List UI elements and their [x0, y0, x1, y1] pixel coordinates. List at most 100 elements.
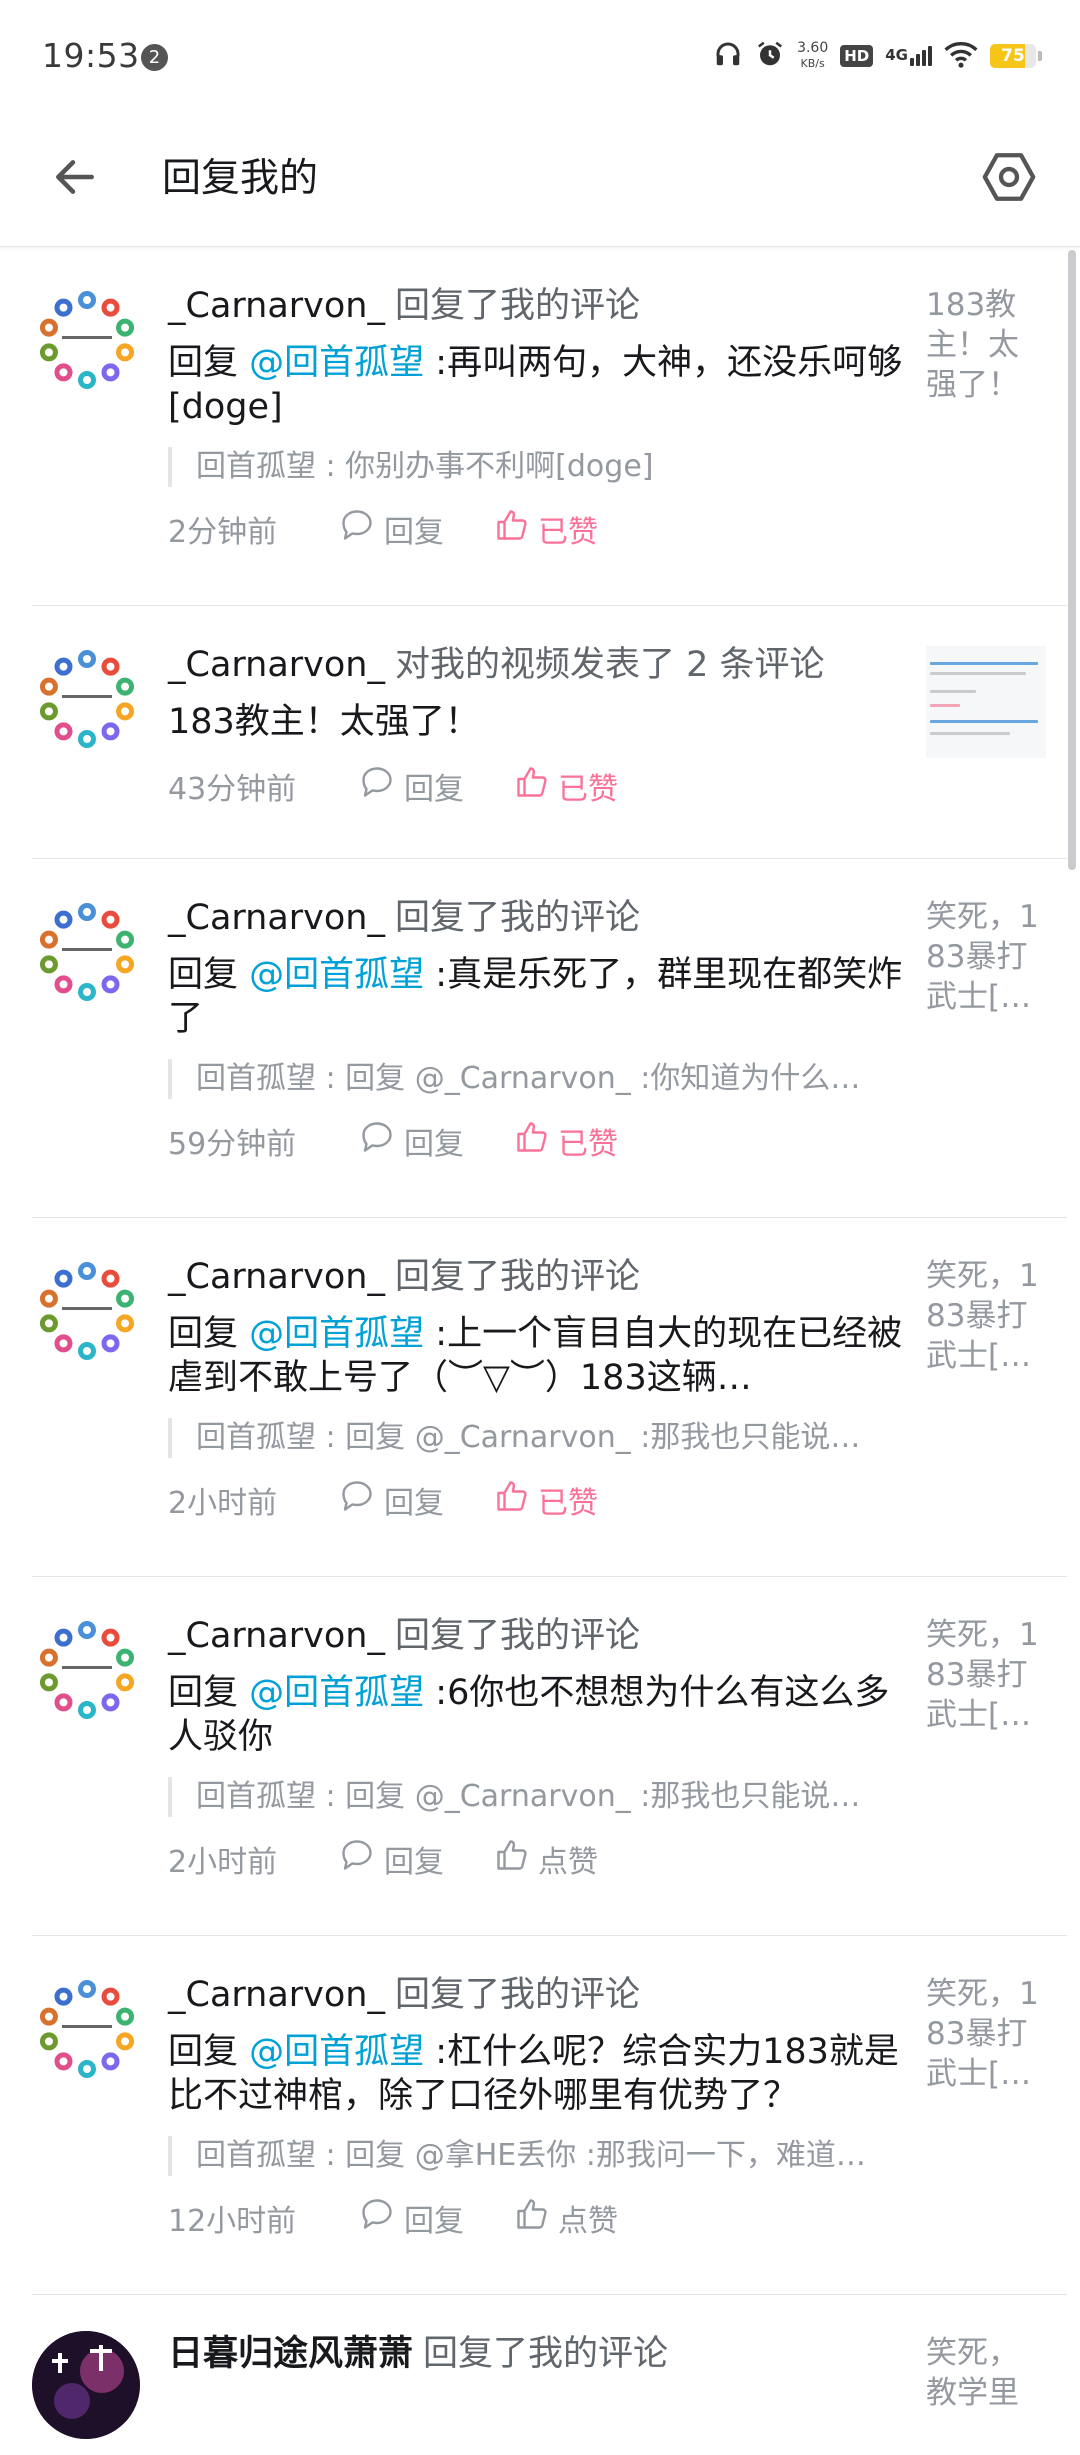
source-comment-preview[interactable]: 笑死，183暴打武士[…: [926, 1615, 1046, 1735]
item-meta: 59分钟前 回复 已赞: [168, 1119, 918, 1163]
source-comment-preview[interactable]: 笑死，183暴打武士[…: [926, 1256, 1046, 1376]
item-content: _Carnarvon_ 回复了我的评论 回复 @回首孤望 :6你也不想想为什么有这…: [168, 1615, 918, 1881]
action-text: 对我的视频发表了 2 条评论: [395, 645, 825, 685]
reply-text[interactable]: 回复 @回首孤望 :6你也不想想为什么有这么多人驳你: [168, 1671, 918, 1759]
username[interactable]: _Carnarvon_: [168, 1257, 385, 1297]
item-content: _Carnarvon_ 回复了我的评论 回复 @回首孤望 :再叫两句，大神，还没乐…: [168, 285, 918, 551]
settings-button[interactable]: [974, 144, 1044, 214]
like-button[interactable]: 已赞: [514, 764, 618, 808]
source-comment-preview[interactable]: 183教主！太强了！: [926, 285, 1046, 405]
reply-text[interactable]: 183教主！太强了！: [168, 700, 918, 744]
avatar[interactable]: [32, 1615, 142, 1725]
item-header: 日暮归途风萧萧 回复了我的评论: [168, 2333, 918, 2375]
reply-prefix: 回复: [168, 955, 250, 995]
video-thumbnail[interactable]: [926, 646, 1046, 758]
avatar[interactable]: [32, 2331, 140, 2439]
reply-button[interactable]: 回复: [358, 2196, 464, 2240]
network-type: 4G: [885, 46, 908, 64]
reply-list: _Carnarvon_ 回复了我的评论 回复 @回首孤望 :再叫两句，大神，还没乐…: [0, 247, 1080, 2455]
timestamp: 2分钟前: [168, 515, 278, 550]
like-button[interactable]: 点赞: [514, 2196, 618, 2240]
page-title: 回复我的: [162, 156, 319, 201]
thumbs-up-icon: [494, 507, 530, 551]
reply-prefix: 回复: [168, 1673, 250, 1713]
item-meta: 43分钟前 回复 已赞: [168, 764, 918, 808]
like-button[interactable]: 已赞: [514, 1119, 618, 1163]
reply-label: 回复: [404, 2204, 464, 2239]
quoted-comment: 回首孤望 : 回复 @_Carnarvon_ :你知道为什么…: [168, 1059, 876, 1099]
reply-text[interactable]: 回复 @回首孤望 :再叫两句，大神，还没乐呵够[doge]: [168, 341, 918, 429]
list-item[interactable]: _Carnarvon_ 回复了我的评论 回复 @回首孤望 :杠什么呢？综合实力18…: [32, 1936, 1067, 2295]
alarm-icon: [755, 39, 785, 73]
reply-button[interactable]: 回复: [358, 764, 464, 808]
network-speed: 3.60 KB/s: [797, 41, 828, 71]
avatar[interactable]: [32, 644, 142, 754]
thumbs-up-icon: [514, 1119, 550, 1163]
like-button[interactable]: 点赞: [494, 1837, 598, 1881]
cellular-signal-icon: 4G: [885, 46, 932, 66]
reply-button[interactable]: 回复: [358, 1119, 464, 1163]
battery-icon: 75: [990, 44, 1042, 68]
username[interactable]: 日暮归途风萧萧: [168, 2334, 413, 2374]
network-speed-value: 3.60: [797, 40, 829, 56]
timestamp: 43分钟前: [168, 772, 297, 807]
comment-icon: [338, 1837, 376, 1881]
item-header: _Carnarvon_ 回复了我的评论: [168, 285, 918, 327]
action-text: 回复了我的评论: [395, 1975, 641, 2015]
like-label: 已赞: [558, 772, 618, 807]
item-content: 日暮归途风萧萧 回复了我的评论: [168, 2333, 918, 2375]
thumbs-up-icon: [514, 764, 550, 808]
list-item[interactable]: _Carnarvon_ 回复了我的评论 回复 @回首孤望 :真是乐死了，群里现在都…: [32, 859, 1067, 1218]
like-button[interactable]: 已赞: [494, 507, 598, 551]
reply-button[interactable]: 回复: [338, 1837, 444, 1881]
source-comment-preview[interactable]: 笑死，183暴打武士[…: [926, 1974, 1046, 2094]
mention-link[interactable]: @回首孤望: [249, 1314, 424, 1354]
back-button[interactable]: [42, 146, 108, 212]
thumbs-up-icon: [494, 1837, 530, 1881]
comment-icon: [338, 507, 376, 551]
username[interactable]: _Carnarvon_: [168, 1975, 385, 2015]
list-item[interactable]: _Carnarvon_ 对我的视频发表了 2 条评论 183教主！太强了！ 43分…: [32, 606, 1067, 859]
list-item[interactable]: _Carnarvon_ 回复了我的评论 回复 @回首孤望 :上一个盲目自大的现在已…: [32, 1218, 1067, 1577]
list-item[interactable]: _Carnarvon_ 回复了我的评论 回复 @回首孤望 :6你也不想想为什么有这…: [32, 1577, 1067, 1936]
quoted-comment: 回首孤望 : 你别办事不利啊[doge]: [168, 447, 876, 487]
source-comment-preview[interactable]: 笑死，教学里: [926, 2333, 1046, 2413]
reply-button[interactable]: 回复: [338, 1478, 444, 1522]
timestamp: 2小时前: [168, 1845, 278, 1880]
list-item[interactable]: 日暮归途风萧萧 回复了我的评论 笑死，教学里: [32, 2295, 1067, 2455]
item-content: _Carnarvon_ 回复了我的评论 回复 @回首孤望 :杠什么呢？综合实力18…: [168, 1974, 918, 2240]
action-text: 回复了我的评论: [395, 1257, 641, 1297]
reply-text[interactable]: 回复 @回首孤望 :上一个盲目自大的现在已经被虐到不敢上号了（︶▽︶）183这辆…: [168, 1312, 918, 1400]
username[interactable]: _Carnarvon_: [168, 645, 385, 685]
item-header: _Carnarvon_ 回复了我的评论: [168, 1974, 918, 2016]
username[interactable]: _Carnarvon_: [168, 1616, 385, 1656]
avatar[interactable]: [32, 1974, 142, 2084]
list-item[interactable]: _Carnarvon_ 回复了我的评论 回复 @回首孤望 :再叫两句，大神，还没乐…: [32, 247, 1067, 606]
item-meta: 2小时前 回复 已赞: [168, 1478, 918, 1522]
reply-label: 回复: [404, 1127, 464, 1162]
username[interactable]: _Carnarvon_: [168, 286, 385, 326]
action-text: 回复了我的评论: [395, 898, 641, 938]
mention-link[interactable]: @回首孤望: [249, 343, 424, 383]
mention-link[interactable]: @回首孤望: [249, 955, 424, 995]
reply-text[interactable]: 回复 @回首孤望 :杠什么呢？综合实力183就是比不过神棺，除了口径外哪里有优势…: [168, 2030, 918, 2118]
reply-text[interactable]: 回复 @回首孤望 :真是乐死了，群里现在都笑炸了: [168, 953, 918, 1041]
mention-link[interactable]: @回首孤望: [249, 2032, 424, 2072]
reply-label: 回复: [404, 772, 464, 807]
like-button[interactable]: 已赞: [494, 1478, 598, 1522]
quoted-comment: 回首孤望 : 回复 @拿HE丢你 :那我问一下，难道…: [168, 2136, 876, 2176]
avatar[interactable]: [32, 897, 142, 1007]
timestamp: 59分钟前: [168, 1127, 297, 1162]
reply-prefix: 回复: [168, 343, 250, 383]
username[interactable]: _Carnarvon_: [168, 898, 385, 938]
notification-count-badge: 2: [141, 44, 168, 71]
source-comment-preview[interactable]: 笑死，183暴打武士[…: [926, 897, 1046, 1017]
reply-button[interactable]: 回复: [338, 507, 444, 551]
battery-level: 75: [1001, 46, 1025, 66]
like-label: 点赞: [558, 2204, 618, 2239]
mention-link[interactable]: @回首孤望: [249, 1673, 424, 1713]
avatar[interactable]: [32, 285, 142, 395]
thumbs-up-icon: [514, 2196, 550, 2240]
scrollbar[interactable]: [1068, 250, 1076, 870]
avatar[interactable]: [32, 1256, 142, 1366]
